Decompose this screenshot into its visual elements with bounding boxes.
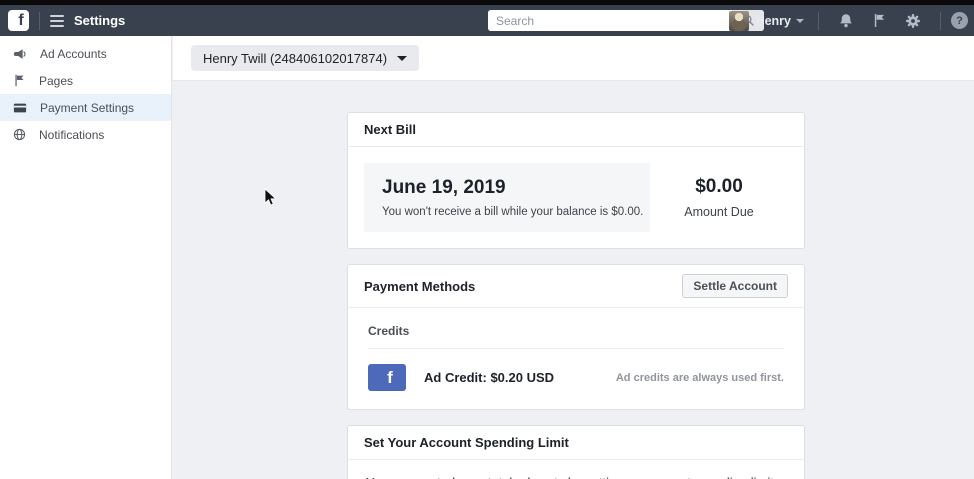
ad-credit-note: Ad credits are always used first. xyxy=(615,371,784,384)
facebook-credit-icon: f xyxy=(368,364,406,391)
question-mark-icon: ? xyxy=(956,14,963,27)
top-navigation-bar: f Settings Henry xyxy=(0,5,974,36)
flag-icon xyxy=(874,13,885,28)
hamburger-menu-icon[interactable] xyxy=(50,14,64,27)
sidebar-item-notifications[interactable]: Notifications xyxy=(0,121,171,148)
chevron-down-icon xyxy=(397,55,408,61)
credits-title: Credits xyxy=(368,320,784,349)
card-title: Set Your Account Spending Limit xyxy=(364,435,569,450)
sidebar-item-label: Payment Settings xyxy=(40,100,135,115)
flag-icon xyxy=(15,74,24,87)
sidebar-item-payment-settings[interactable]: Payment Settings xyxy=(0,94,171,121)
settle-account-button[interactable]: Settle Account xyxy=(682,274,788,298)
megaphone-icon xyxy=(13,48,26,59)
amount-due-column: $0.00 Amount Due xyxy=(650,163,788,232)
payment-settings-content: Next Bill June 19, 2019 You won't receiv… xyxy=(173,81,974,479)
payment-methods-card: Payment Methods Settle Account Credits f… xyxy=(347,264,805,410)
next-bill-date: June 19, 2019 xyxy=(382,177,506,198)
next-bill-header: Next Bill xyxy=(348,113,804,147)
next-bill-body: June 19, 2019 You won't receive a bill w… xyxy=(348,147,804,248)
search-bar xyxy=(488,10,764,31)
pages-feed-button[interactable] xyxy=(872,13,887,28)
header-divider xyxy=(818,11,819,30)
next-bill-date-box: June 19, 2019 You won't receive a bill w… xyxy=(364,163,650,232)
bell-icon xyxy=(840,13,852,27)
facebook-f-glyph: f xyxy=(387,368,393,387)
help-button[interactable]: ? xyxy=(951,12,968,29)
payment-methods-header: Payment Methods Settle Account xyxy=(348,265,804,308)
header-right-cluster: Henry ? xyxy=(728,5,968,36)
spending-limit-body: You can control your total ad costs by s… xyxy=(348,460,804,479)
user-menu-caret-icon[interactable] xyxy=(796,18,804,23)
facebook-logo-icon[interactable]: f xyxy=(8,10,29,31)
sidebar-item-label: Ad Accounts xyxy=(40,46,107,61)
page-title: Settings xyxy=(74,13,126,28)
account-selector-dropdown[interactable]: Henry Twill (248406102017874) xyxy=(191,45,420,71)
ad-credit-amount: Ad Credit: $0.20 USD xyxy=(424,370,555,385)
header-divider xyxy=(39,11,40,30)
settings-sidebar: Ad Accounts Pages Payment Settings Notif… xyxy=(0,36,172,479)
credits-section: Credits f Ad Credit: $0.20 USD Ad credit… xyxy=(348,308,804,409)
spending-limit-text: You can control your total ad costs by s… xyxy=(366,475,784,479)
notifications-bell-button[interactable] xyxy=(838,13,854,29)
search-input[interactable] xyxy=(488,10,732,31)
user-avatar[interactable] xyxy=(728,10,749,31)
user-name[interactable]: Henry xyxy=(756,14,791,28)
spending-limit-card: Set Your Account Spending Limit You can … xyxy=(347,425,805,479)
next-bill-note: You won't receive a bill while your bala… xyxy=(382,206,644,218)
ad-credit-row: f Ad Credit: $0.20 USD Ad credits are al… xyxy=(368,364,784,391)
next-bill-card: Next Bill June 19, 2019 You won't receiv… xyxy=(347,112,805,249)
main-area: Henry Twill (248406102017874) Next Bill … xyxy=(173,36,974,479)
header-divider xyxy=(940,11,941,30)
amount-due-value: $0.00 xyxy=(695,176,743,197)
spending-limit-header: Set Your Account Spending Limit xyxy=(348,426,804,460)
settings-gear-button[interactable] xyxy=(905,13,921,29)
amount-due-label: Amount Due xyxy=(684,205,754,219)
card-title: Payment Methods xyxy=(364,278,476,294)
sidebar-item-ad-accounts[interactable]: Ad Accounts xyxy=(0,40,171,67)
card-title: Next Bill xyxy=(364,122,417,137)
account-toolbar: Henry Twill (248406102017874) xyxy=(173,36,974,81)
sidebar-item-label: Notifications xyxy=(39,127,105,142)
gear-icon xyxy=(906,13,920,28)
sidebar-item-pages[interactable]: Pages xyxy=(0,67,171,94)
globe-icon xyxy=(13,128,26,141)
credit-card-icon xyxy=(13,103,27,112)
account-selector-label: Henry Twill (248406102017874) xyxy=(203,50,388,66)
sidebar-item-label: Pages xyxy=(39,73,74,88)
facebook-f-glyph: f xyxy=(18,11,24,29)
